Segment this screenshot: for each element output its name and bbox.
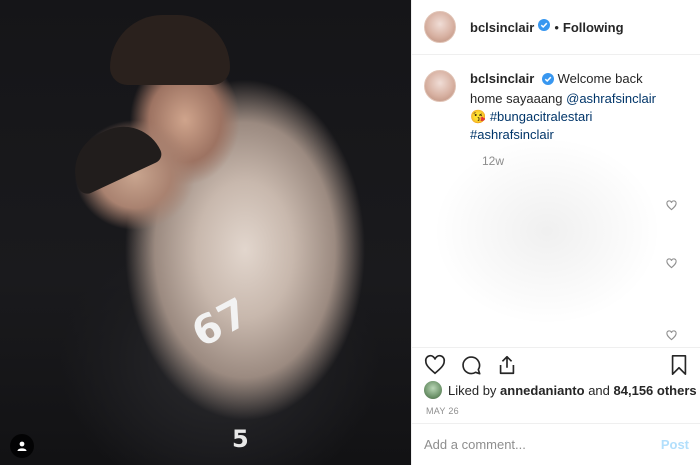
heart-icon[interactable]	[666, 198, 677, 216]
hair-shape	[110, 15, 230, 85]
jersey-number-small: 5	[232, 425, 249, 453]
separator-dot: •	[554, 19, 559, 35]
comment-icon[interactable]	[460, 354, 482, 376]
caption-emoji: 😘	[470, 109, 487, 124]
jersey-number: 67	[184, 289, 258, 357]
avatar[interactable]	[424, 11, 456, 43]
watermark	[432, 136, 662, 326]
caption: bclsinclair Welcome back home sayaaang @…	[424, 70, 689, 144]
likes-prefix: Liked by	[448, 382, 497, 398]
post-header: bclsinclair • Following	[412, 0, 700, 55]
cap-shape	[61, 113, 165, 197]
liker-avatar[interactable]	[424, 381, 442, 399]
post-date[interactable]: MAY 26	[426, 406, 459, 416]
likes-summary: Liked by annedanianto and 84,156 others	[424, 381, 697, 399]
caption-avatar[interactable]	[424, 70, 456, 102]
header-username[interactable]: bclsinclair	[470, 20, 534, 35]
action-bar	[412, 347, 700, 381]
following-button[interactable]: Following	[563, 20, 624, 35]
bookmark-icon[interactable]	[669, 354, 689, 376]
caption-username[interactable]: bclsinclair	[470, 71, 534, 86]
comment-input[interactable]	[424, 437, 661, 452]
post-photo[interactable]: 67 5	[0, 0, 411, 465]
likes-count[interactable]: 84,156 others	[614, 383, 697, 398]
likes-and: and	[588, 382, 610, 398]
share-icon[interactable]	[496, 354, 518, 376]
verified-badge-icon	[538, 18, 551, 36]
caption-text: bclsinclair Welcome back home sayaaang @…	[470, 70, 675, 144]
heart-icon[interactable]	[424, 354, 446, 376]
heart-icon[interactable]	[666, 256, 677, 274]
post-button[interactable]: Post	[661, 437, 689, 452]
verified-badge-icon	[541, 72, 554, 90]
heart-icon[interactable]	[666, 328, 677, 346]
user-tag-icon[interactable]	[10, 434, 34, 458]
caption-mention[interactable]: @ashrafsinclair	[566, 91, 656, 106]
comment-box: Post	[412, 423, 700, 465]
post-side-panel: bclsinclair • Following bclsinclair Welc…	[411, 0, 700, 465]
comments-area: bclsinclair Welcome back home sayaaang @…	[412, 56, 700, 346]
likes-first-user[interactable]: annedanianto	[500, 383, 585, 398]
